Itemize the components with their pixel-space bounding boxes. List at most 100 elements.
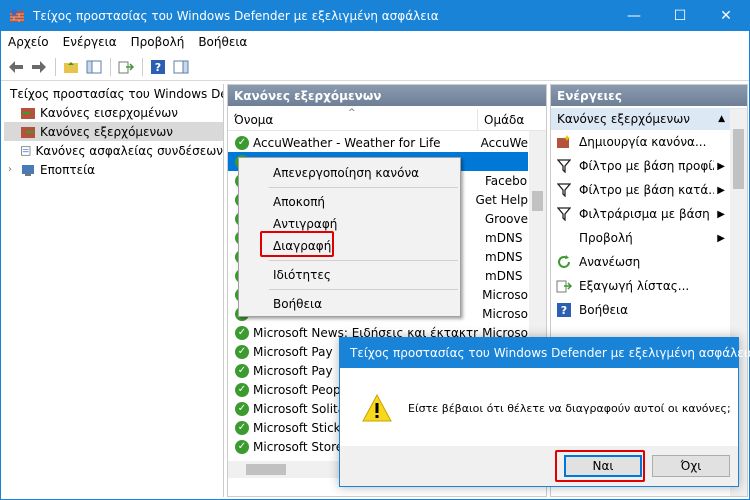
menu-action[interactable]: Ενέργεια [56,35,124,49]
tree-item-outbound[interactable]: Κανόνες εξερχόμενων [4,122,223,141]
submenu-arrow-icon: ▶ [717,208,725,220]
refresh-icon [555,253,573,271]
show-hide-tree-icon[interactable] [83,56,105,78]
help-icon: ? [555,301,573,319]
connection-security-icon [21,145,31,156]
rule-group: mDNS [485,230,523,245]
toolbar: ? [1,53,749,81]
column-group[interactable]: Ομάδα [478,113,524,127]
menu-help[interactable]: Βοήθεια [191,35,254,49]
action-label: Φίλτρο με βάση προφίλ [579,159,714,173]
filter-icon [555,157,573,175]
outbound-rules-icon [21,126,35,138]
menu-item-disable-rule[interactable]: Απενεργοποίηση κανόνα [239,162,460,184]
action-help[interactable]: ? Βοήθεια [551,298,747,322]
export-icon[interactable] [115,56,137,78]
action-label: Βοήθεια [579,303,628,317]
menu-item-properties[interactable]: Ιδιότητες [239,264,460,286]
submenu-arrow-icon: ▶ [717,184,725,196]
action-label: Φίλτρο με βάση κατά... [579,183,714,197]
export-icon [555,277,573,295]
tree-item-connection-security[interactable]: Κανόνες ασφαλείας συνδέσεων [4,141,223,160]
up-folder-icon[interactable] [60,56,82,78]
rules-pane-header: Κανόνες εξερχόμενων [228,85,546,106]
actions-pane-header: Ενέργειες [551,85,747,106]
tree-item-label: Κανόνες ασφαλείας συνδέσεων [35,143,223,158]
rule-name: AccuWeather - Weather for Life [253,135,441,150]
inbound-rules-icon [21,107,35,119]
svg-text:?: ? [155,61,161,74]
action-filter-profile[interactable]: Φίλτρο με βάση προφίλ ▶ [551,154,747,178]
navigation-tree: Τείχος προστασίας του Windows Defender Κ… [4,84,224,497]
scrollbar-thumb[interactable] [246,464,286,475]
menu-bar: Αρχείο Ενέργεια Προβολή Βοήθεια [1,31,749,53]
help-icon[interactable]: ? [147,56,169,78]
filter-icon [555,205,573,223]
tree-item-label: Κανόνες εξερχόμενων [40,124,174,139]
action-label: Εξαγωγή λίστας... [579,279,690,293]
yes-button-highlight [555,450,645,482]
enabled-check-icon: ✓ [235,382,249,397]
tree-root[interactable]: Τείχος προστασίας του Windows Defender [4,84,223,103]
minimize-button[interactable]: — [611,1,657,31]
enabled-check-icon: ✓ [235,439,249,454]
submenu-arrow-icon: ▶ [717,232,725,244]
menu-item-help[interactable]: Βοήθεια [239,293,460,315]
dialog-message: Είστε βέβαιοι ότι θέλετε να διαγραφούν α… [408,401,731,415]
window-title: Τείχος προστασίας του Windows Defender μ… [33,9,439,23]
dialog-title-bar: Τείχος προστασίας του Windows Defender μ… [340,338,750,368]
action-refresh[interactable]: Ανανέωση [551,250,747,274]
tree-item-label: Εποπτεία [40,162,96,177]
rule-group: Microso [482,287,528,302]
main-window: Τείχος προστασίας του Windows Defender μ… [0,0,750,500]
enabled-check-icon: ✓ [235,401,249,416]
new-rule-icon [555,133,573,151]
sort-up-icon: ^ [348,107,356,118]
forward-icon[interactable] [28,56,50,78]
rule-group: AccuWe [480,135,528,150]
tree-item-monitoring[interactable]: › Εποπτεία [4,160,223,179]
enabled-check-icon: ✓ [235,325,249,340]
monitoring-icon [22,164,34,176]
action-view[interactable]: Προβολή ▶ [551,226,747,250]
enabled-check-icon: ✓ [235,135,249,150]
action-label: Δημιουργία κανόνα... [579,135,707,149]
tree-item-inbound[interactable]: Κανόνες εισερχομένων [4,103,223,122]
column-header-row: ^ Όνομα Ομάδα [228,108,546,131]
dialog-body: Είστε βέβαιοι ότι θέλετε να διαγραφούν α… [340,368,738,448]
toolbar-separator [55,57,56,76]
toolbar-separator [110,57,111,76]
rule-group: mDNS [485,249,523,264]
rule-group: Groove [484,211,528,226]
maximize-button[interactable]: ☐ [657,1,703,31]
column-name[interactable]: ^ Όνομα [228,108,478,131]
no-button[interactable]: Όχι [652,455,730,477]
scrollbar-thumb[interactable] [733,129,744,189]
action-filter-group[interactable]: Φιλτράρισμα με βάση ... ▶ [551,202,747,226]
dialog-footer: Ναι Όχι [340,446,738,486]
enabled-check-icon: ✓ [235,420,249,435]
action-export-list[interactable]: Εξαγωγή λίστας... [551,274,747,298]
menu-separator [269,289,458,290]
enabled-check-icon: ✓ [235,363,249,378]
enabled-check-icon: ✓ [235,344,249,359]
show-action-pane-icon[interactable] [170,56,192,78]
rule-group: mDNS [485,268,523,283]
tree-item-label: Κανόνες εισερχομένων [40,105,178,120]
action-filter-state[interactable]: Φίλτρο με βάση κατά... ▶ [551,178,747,202]
action-label: Ανανέωση [579,255,641,269]
action-new-rule[interactable]: Δημιουργία κανόνα... [551,130,747,154]
collapse-up-icon[interactable]: ▲ [718,114,725,124]
chevron-right-icon[interactable]: › [8,164,20,175]
actions-section-header[interactable]: Κανόνες εξερχόμενων ▲ [551,108,747,130]
close-button[interactable]: ✕ [703,1,749,31]
title-bar: Τείχος προστασίας του Windows Defender μ… [1,1,749,31]
menu-item-cut[interactable]: Αποκοπή [239,191,460,213]
menu-view[interactable]: Προβολή [124,35,192,49]
actions-section-label: Κανόνες εξερχόμενων [557,112,691,126]
menu-file[interactable]: Αρχείο [1,35,56,49]
table-row[interactable]: ✓ AccuWeather - Weather for Life AccuWe [228,133,528,152]
confirm-delete-dialog: Τείχος προστασίας του Windows Defender μ… [339,337,750,487]
back-icon[interactable] [5,56,27,78]
scrollbar-thumb[interactable] [532,191,543,211]
